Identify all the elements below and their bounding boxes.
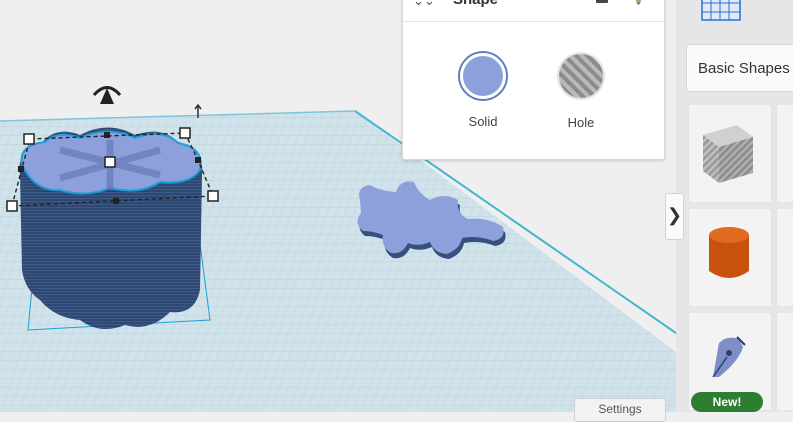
- settings-button[interactable]: Settings: [574, 398, 666, 422]
- striped-cube-icon: [703, 125, 753, 183]
- collapse-chevron-icon[interactable]: ⌄⌄: [413, 0, 435, 9]
- rotate-handle-icon[interactable]: [92, 86, 122, 105]
- inspector-title: Shape: [453, 0, 498, 8]
- solid-color-swatch[interactable]: [460, 53, 506, 99]
- library-selected-value: Basic Shapes: [698, 60, 790, 77]
- sidebar-collapse-toggle[interactable]: ❯: [665, 193, 684, 240]
- shape-inspector-panel: ⌄⌄ Shape 💡: [402, 0, 665, 160]
- inspector-header: ⌄⌄ Shape 💡: [403, 0, 664, 22]
- shape-tile-partial[interactable]: [776, 312, 793, 411]
- lightbulb-icon[interactable]: 💡: [631, 0, 646, 5]
- solid-option[interactable]: Solid: [443, 52, 523, 129]
- lock-icon[interactable]: [596, 0, 608, 3]
- workplane-grid-icon[interactable]: [700, 0, 742, 24]
- hole-label: Hole: [567, 115, 595, 130]
- new-badge: New!: [691, 392, 763, 412]
- hole-swatch[interactable]: [559, 54, 603, 98]
- orange-cylinder-icon: [709, 227, 749, 278]
- shape-tile-partial[interactable]: [776, 104, 793, 203]
- shape-tile-partial[interactable]: [776, 208, 793, 307]
- shape-tile-cylinder[interactable]: [688, 208, 772, 307]
- shape-library-dropdown[interactable]: Basic Shapes: [686, 44, 793, 92]
- shape-tile-box[interactable]: [688, 104, 772, 203]
- hole-option[interactable]: Hole: [541, 52, 621, 130]
- solid-label: Solid: [468, 114, 498, 129]
